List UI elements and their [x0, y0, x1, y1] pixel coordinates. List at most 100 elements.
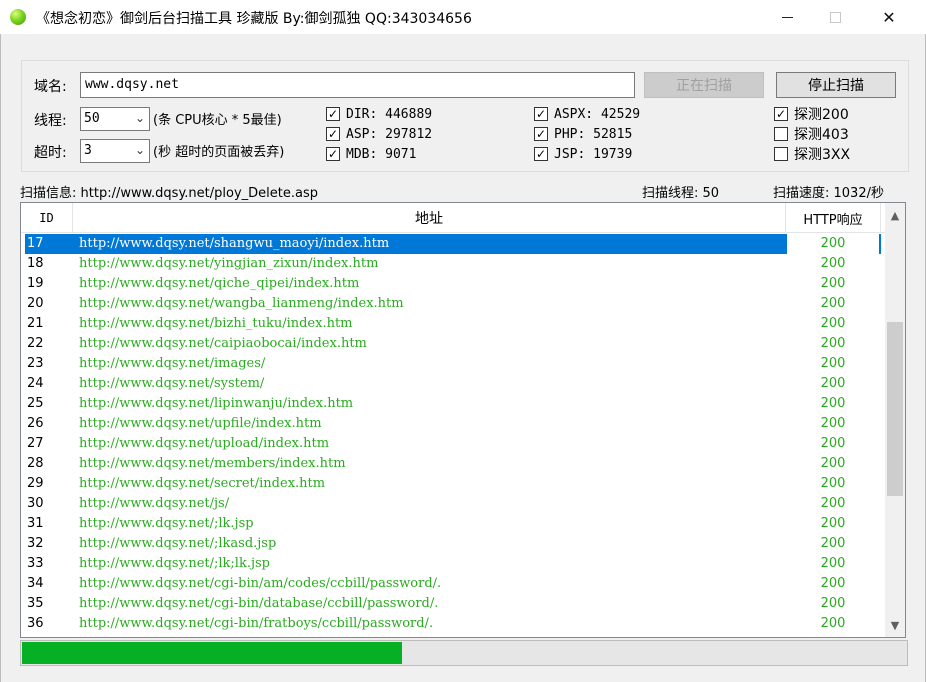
- table-row[interactable]: 32 http://www.dqsy.net/;lkasd.jsp 200: [25, 534, 881, 554]
- scan-button[interactable]: 正在扫描: [644, 72, 764, 98]
- table-row[interactable]: 27 http://www.dqsy.net/upload/index.htm 20…: [25, 434, 881, 454]
- table-row[interactable]: 22 http://www.dqsy.net/caipiaobocai/index…: [25, 334, 881, 354]
- cell-url: http://www.dqsy.net/js/: [79, 496, 230, 511]
- threads-select[interactable]: 50 ⌄: [80, 107, 150, 131]
- cell-id: 31: [27, 516, 44, 531]
- minimize-icon: [781, 16, 793, 18]
- cell-http: 200: [787, 234, 879, 254]
- cell-url: http://www.dqsy.net/cgi-bin/am/codes/ccb…: [79, 576, 442, 591]
- detect-checkbox-403[interactable]: 探测403: [774, 125, 849, 143]
- table-row[interactable]: 34 http://www.dqsy.net/cgi-bin/am/codes/c…: [25, 574, 881, 594]
- close-button[interactable]: ✕: [866, 0, 912, 34]
- progress-bar: [20, 640, 908, 666]
- table-row[interactable]: 30 http://www.dqsy.net/js/200: [25, 494, 881, 514]
- detect-label: 探测200: [794, 107, 849, 123]
- detect-checkbox-3xx[interactable]: 探测3XX: [774, 145, 850, 163]
- domain-input[interactable]: www.dqsy.net: [80, 72, 635, 98]
- cell-http: 200: [820, 536, 846, 551]
- timeout-value: 3: [84, 143, 92, 158]
- detect-checkbox-200[interactable]: ✓ 探测200: [774, 105, 849, 123]
- checkbox-empty: [774, 147, 788, 161]
- cell-url: http://www.dqsy.net/cgi-bin/database/ccb…: [79, 596, 439, 611]
- table-row[interactable]: 21 http://www.dqsy.net/bizhi_tuku/index.h…: [25, 314, 881, 334]
- cell-id: 33: [27, 556, 44, 571]
- cell-url: http://www.dqsy.net/upload/index.htm: [79, 436, 330, 451]
- cell-http: 200: [820, 356, 846, 371]
- cell-id: 19: [27, 276, 44, 291]
- scroll-down-icon[interactable]: ▼: [885, 615, 905, 635]
- checkmark-icon: ✓: [774, 107, 788, 121]
- cell-url: http://www.dqsy.net/lipinwanju/index.htm: [79, 396, 354, 411]
- cell-id: 26: [27, 416, 44, 431]
- cell-id: 17: [27, 236, 44, 251]
- table-body: 17 http://www.dqsy.net/shangwu_maoyi/inde…: [25, 234, 881, 634]
- dict-checkbox-asp[interactable]: ✓ ASP: 297812: [326, 125, 432, 143]
- cell-http: 200: [820, 276, 846, 291]
- cell-http: 200: [820, 336, 846, 351]
- timeout-hint: (秒 超时的页面被丢弃): [153, 145, 285, 160]
- dict-checkbox-jsp[interactable]: ✓ JSP: 19739: [534, 145, 632, 163]
- dict-checkbox-dir[interactable]: ✓ DIR: 446889: [326, 105, 432, 123]
- vertical-scrollbar[interactable]: ▲ ▼: [885, 203, 905, 637]
- scan-speed: 扫描速度: 1032/秒: [773, 186, 884, 201]
- scrollbar-thumb[interactable]: [887, 322, 903, 496]
- table-row[interactable]: 23 http://www.dqsy.net/images/200: [25, 354, 881, 374]
- dict-label: ASPX: 42529: [554, 106, 641, 122]
- table-row[interactable]: 20 http://www.dqsy.net/wangba_lianmeng/in…: [25, 294, 881, 314]
- column-header-url[interactable]: 地址: [73, 203, 786, 233]
- cell-id: 18: [27, 256, 44, 271]
- cell-id: 22: [27, 336, 44, 351]
- dict-checkbox-mdb[interactable]: ✓ MDB: 9071: [326, 145, 416, 163]
- table-row[interactable]: 26 http://www.dqsy.net/upfile/index.htm 20…: [25, 414, 881, 434]
- window-title: 《想念初恋》御剑后台扫描工具 珍藏版 By:御剑孤独 QQ:343034656: [36, 11, 472, 27]
- table-row[interactable]: 33 http://www.dqsy.net/;lk;lk.jsp 200: [25, 554, 881, 574]
- checkmark-icon: ✓: [534, 107, 548, 121]
- cell-http: 200: [820, 576, 846, 591]
- table-row[interactable]: 18 http://www.dqsy.net/yingjian_zixun/ind…: [25, 254, 881, 274]
- minimize-button[interactable]: [764, 0, 810, 34]
- results-table[interactable]: ID 地址 HTTP响应 17 http://www.dqsy.net/shang…: [20, 202, 906, 638]
- table-row[interactable]: 31 http://www.dqsy.net/;lk.jsp 200: [25, 514, 881, 534]
- table-row[interactable]: 25 http://www.dqsy.net/lipinwanju/index.h…: [25, 394, 881, 414]
- cell-url: http://www.dqsy.net/yingjian_zixun/index…: [79, 256, 379, 271]
- table-row[interactable]: 28 http://www.dqsy.net/members/index.htm 2…: [25, 454, 881, 474]
- cell-id: 28: [27, 456, 44, 471]
- cell-http: 200: [820, 316, 846, 331]
- threads-hint: (条 CPU核心 * 5最佳): [153, 113, 282, 128]
- cell-id: 21: [27, 316, 44, 331]
- cell-id: 23: [27, 356, 44, 371]
- progress-fill: [22, 642, 402, 664]
- table-row[interactable]: 17 http://www.dqsy.net/shangwu_maoyi/inde…: [25, 234, 881, 254]
- column-header-http[interactable]: HTTP响应: [786, 203, 881, 233]
- detect-label: 探测3XX: [794, 147, 851, 163]
- detect-label: 探测403: [794, 127, 849, 143]
- scroll-up-icon[interactable]: ▲: [885, 205, 905, 225]
- cell-url: http://www.dqsy.net/system/: [79, 376, 265, 391]
- checkmark-icon: ✓: [326, 107, 340, 121]
- cell-url: http://www.dqsy.net/secret/index.htm: [79, 476, 326, 491]
- dict-checkbox-aspx[interactable]: ✓ ASPX: 42529: [534, 105, 640, 123]
- table-row[interactable]: 35 http://www.dqsy.net/cgi-bin/database/c…: [25, 594, 881, 614]
- title-bar[interactable]: 《想念初恋》御剑后台扫描工具 珍藏版 By:御剑孤独 QQ:343034656 …: [0, 0, 926, 34]
- checkbox-empty: [774, 127, 788, 141]
- table-row[interactable]: 36 http://www.dqsy.net/cgi-bin/fratboys/c…: [25, 614, 881, 634]
- maximize-button[interactable]: [812, 0, 858, 34]
- cell-id: 25: [27, 396, 44, 411]
- column-header-id[interactable]: ID: [21, 203, 73, 233]
- dict-checkbox-php[interactable]: ✓ PHP: 52815: [534, 125, 632, 143]
- table-row[interactable]: 24 http://www.dqsy.net/system/200: [25, 374, 881, 394]
- timeout-select[interactable]: 3 ⌄: [80, 139, 150, 163]
- table-row[interactable]: 29 http://www.dqsy.net/secret/index.htm 20…: [25, 474, 881, 494]
- checkmark-icon: ✓: [326, 127, 340, 141]
- cell-http: 200: [820, 256, 846, 271]
- table-row[interactable]: 19 http://www.dqsy.net/qiche_qipei/index.…: [25, 274, 881, 294]
- cell-http: 200: [820, 376, 846, 391]
- cell-url: http://www.dqsy.net/images/: [79, 356, 266, 371]
- cell-url: http://www.dqsy.net/bizhi_tuku/index.htm: [79, 316, 353, 331]
- app-icon: [10, 9, 26, 25]
- cell-id: 36: [27, 616, 44, 631]
- cell-http: 200: [820, 396, 846, 411]
- cell-url: http://www.dqsy.net/;lkasd.jsp: [79, 536, 277, 551]
- stop-scan-button[interactable]: 停止扫描: [776, 72, 896, 98]
- dict-label: MDB: 9071: [346, 146, 417, 162]
